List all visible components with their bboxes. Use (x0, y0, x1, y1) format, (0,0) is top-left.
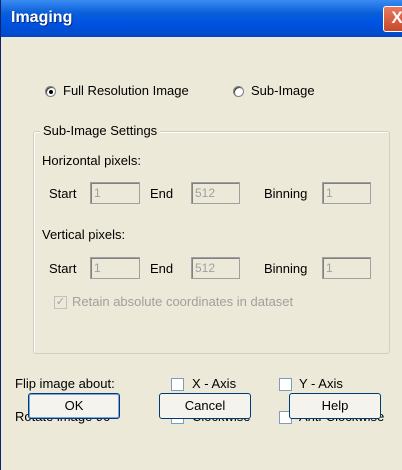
title-bar[interactable]: Imaging X (1, 0, 402, 37)
close-button[interactable]: X (383, 6, 402, 32)
group-legend: Sub-Image Settings (40, 123, 161, 138)
flip-y-axis-label[interactable]: Y - Axis (299, 376, 343, 391)
imaging-dialog: Imaging X Full Resolution Image Sub-Imag… (0, 0, 402, 470)
vertical-pixels-label: Vertical pixels: (42, 227, 126, 242)
retain-coordinates-checkbox[interactable]: ✓ (54, 296, 67, 309)
h-start-label: Start (49, 186, 77, 201)
v-start-label: Start (49, 261, 77, 276)
close-icon: X (391, 8, 402, 27)
sub-image-label[interactable]: Sub-Image (251, 83, 315, 98)
h-end-input[interactable]: 512 (191, 182, 240, 204)
cancel-button[interactable]: Cancel (159, 393, 251, 419)
v-start-input[interactable]: 1 (90, 257, 140, 279)
mode-radio-group: Full Resolution Image Sub-Image (45, 83, 385, 103)
full-resolution-radio[interactable] (45, 86, 56, 97)
h-binning-input[interactable]: 1 (322, 182, 371, 204)
window-title: Imaging (11, 9, 73, 26)
sub-image-settings-group: Sub-Image Settings Horizontal pixels: St… (33, 123, 390, 354)
v-end-input[interactable]: 512 (191, 257, 240, 279)
ok-button[interactable]: OK (28, 393, 120, 419)
flip-x-axis-label[interactable]: X - Axis (192, 376, 236, 391)
h-end-label: End (150, 186, 174, 201)
flip-y-axis-checkbox[interactable] (279, 378, 292, 391)
flip-image-label: Flip image about: (15, 376, 115, 391)
radio-selected-dot (49, 90, 53, 94)
full-resolution-label[interactable]: Full Resolution Image (63, 83, 189, 98)
retain-coordinates-label[interactable]: Retain absolute coordinates in dataset (72, 294, 293, 309)
flip-x-axis-checkbox[interactable] (171, 378, 184, 391)
v-binning-input[interactable]: 1 (322, 257, 371, 279)
help-button[interactable]: Help (289, 393, 381, 419)
h-start-input[interactable]: 1 (90, 182, 140, 204)
horizontal-pixels-label: Horizontal pixels: (42, 153, 141, 168)
sub-image-radio[interactable] (233, 86, 244, 97)
v-binning-label: Binning (264, 261, 308, 276)
v-end-label: End (150, 261, 174, 276)
h-binning-label: Binning (264, 186, 308, 201)
